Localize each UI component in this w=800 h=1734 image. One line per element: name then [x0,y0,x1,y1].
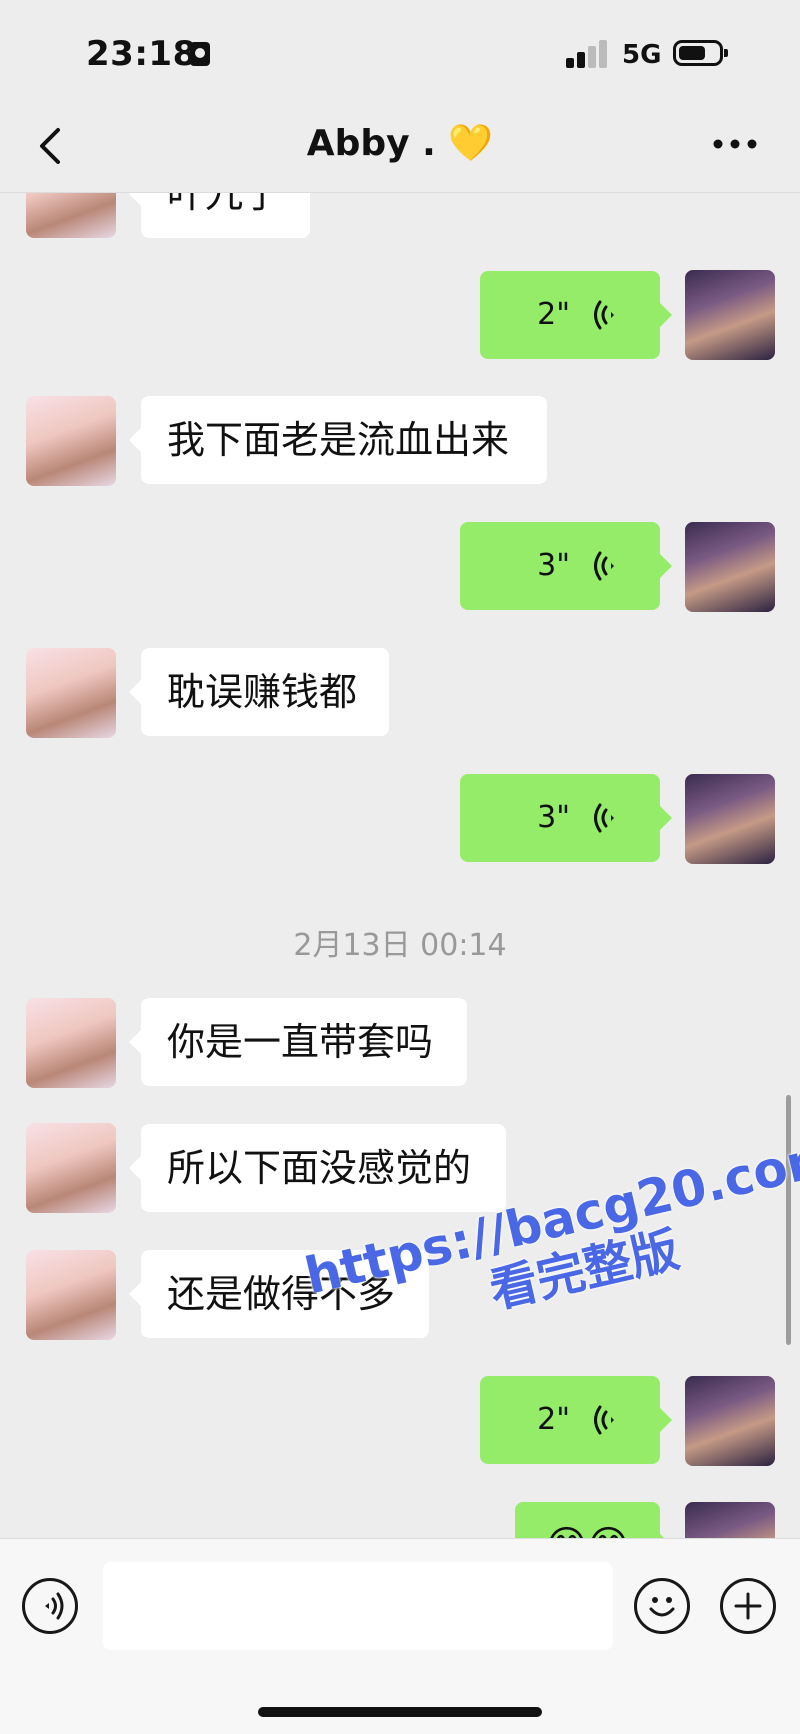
voice-duration: 3" [537,548,570,583]
network-type: 5G [622,40,662,70]
contact-avatar[interactable] [26,648,116,738]
outgoing-voice-message[interactable]: 2" [480,271,672,359]
outgoing-voice-message[interactable]: 2" [480,1376,672,1464]
my-avatar[interactable] [685,1376,775,1466]
more-actions-button[interactable] [720,1578,776,1634]
status-bar: 23:18 5G [0,0,800,100]
incoming-message[interactable]: 叶九了 [129,193,310,238]
emoji-icon [649,1597,675,1617]
status-time: 23:18 [86,34,197,74]
contact-avatar[interactable] [26,396,116,486]
incoming-message[interactable]: 所以下面没感觉的 [129,1124,506,1212]
voice-wave-icon [594,551,614,581]
outgoing-message[interactable]: 😁😁 [515,1502,672,1538]
orientation-lock-icon [190,42,210,66]
my-avatar[interactable] [685,522,775,612]
input-bar [0,1538,800,1734]
voice-duration: 2" [537,297,570,332]
voice-wave-icon [594,1405,614,1435]
incoming-message[interactable]: 耽误赚钱都 [129,648,389,736]
voice-duration: 2" [537,1402,570,1437]
voice-wave-icon [594,300,614,330]
contact-avatar[interactable] [26,1123,116,1213]
signal-strength-icon [566,40,610,68]
my-avatar[interactable] [685,1502,775,1538]
voice-input-button[interactable] [22,1578,78,1634]
chat-title: Abby . 💛 [306,123,494,164]
outgoing-voice-message[interactable]: 3" [460,522,672,610]
incoming-message[interactable]: 你是一直带套吗 [129,998,467,1086]
incoming-message[interactable]: 我下面老是流血出来 [129,396,547,484]
message-input[interactable] [103,1562,613,1650]
contact-avatar[interactable] [26,193,116,238]
contact-avatar[interactable] [26,998,116,1088]
battery-icon [673,40,728,66]
message-timestamp: 2月13日 00:14 [293,928,507,963]
more-options-button[interactable] [710,122,760,166]
my-avatar[interactable] [685,774,775,864]
home-indicator[interactable] [258,1707,542,1717]
emoji-button[interactable] [634,1578,690,1634]
voice-duration: 3" [537,800,570,835]
voice-icon [45,1592,64,1620]
chat-header: Abby . 💛 [0,100,800,193]
more-dots-icon [713,139,757,149]
my-avatar[interactable] [685,270,775,360]
outgoing-voice-message[interactable]: 3" [460,774,672,862]
plus-icon [734,1592,762,1620]
voice-wave-icon [594,803,614,833]
contact-avatar[interactable] [26,1250,116,1340]
